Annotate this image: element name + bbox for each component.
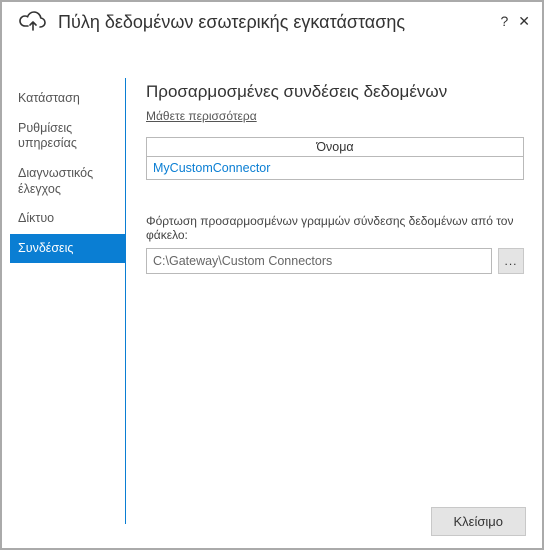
sidebar-item-diagnostics[interactable]: Διαγνωστικός έλεγχος (10, 159, 125, 204)
window-title: Πύλη δεδομένων εσωτερικής εγκατάστασης (58, 12, 500, 33)
sidebar-item-label: Συνδέσεις (18, 241, 73, 255)
sidebar-item-label: Ρυθμίσεις υπηρεσίας (18, 121, 77, 151)
window-controls: ? ✕ (500, 14, 530, 28)
sidebar-item-connectors[interactable]: Συνδέσεις (10, 234, 125, 264)
path-row: ... (146, 248, 524, 274)
sidebar-item-label: Κατάσταση (18, 91, 80, 105)
main-panel: Προσαρμοσμένες συνδέσεις δεδομένων Μάθετ… (126, 78, 530, 524)
connectors-table: Όνομα MyCustomConnector (146, 137, 524, 180)
folder-path-input[interactable] (146, 248, 492, 274)
footer: Κλείσιμο (431, 507, 527, 536)
sidebar-item-status[interactable]: Κατάσταση (10, 84, 125, 114)
sidebar: Κατάσταση Ρυθμίσεις υπηρεσίας Διαγνωστικ… (10, 78, 126, 524)
sidebar-item-label: Δίκτυο (18, 211, 54, 225)
browse-button[interactable]: ... (498, 248, 524, 274)
sidebar-item-network[interactable]: Δίκτυο (10, 204, 125, 234)
sidebar-item-service-settings[interactable]: Ρυθμίσεις υπηρεσίας (10, 114, 125, 159)
page-heading: Προσαρμοσμένες συνδέσεις δεδομένων (146, 82, 524, 102)
titlebar: Πύλη δεδομένων εσωτερικής εγκατάστασης ?… (2, 2, 542, 38)
table-row[interactable]: MyCustomConnector (147, 157, 523, 179)
help-button[interactable]: ? (500, 14, 508, 28)
close-button[interactable]: Κλείσιμο (431, 507, 527, 536)
table-header-name: Όνομα (147, 138, 523, 157)
load-folder-label: Φόρτωση προσαρμοσμένων γραμμών σύνδεσης … (146, 214, 524, 242)
learn-more-link[interactable]: Μάθετε περισσότερα (146, 109, 257, 123)
window-close-button[interactable]: ✕ (518, 14, 530, 28)
cloud-upload-icon (18, 10, 48, 34)
sidebar-item-label: Διαγνωστικός έλεγχος (18, 166, 93, 196)
